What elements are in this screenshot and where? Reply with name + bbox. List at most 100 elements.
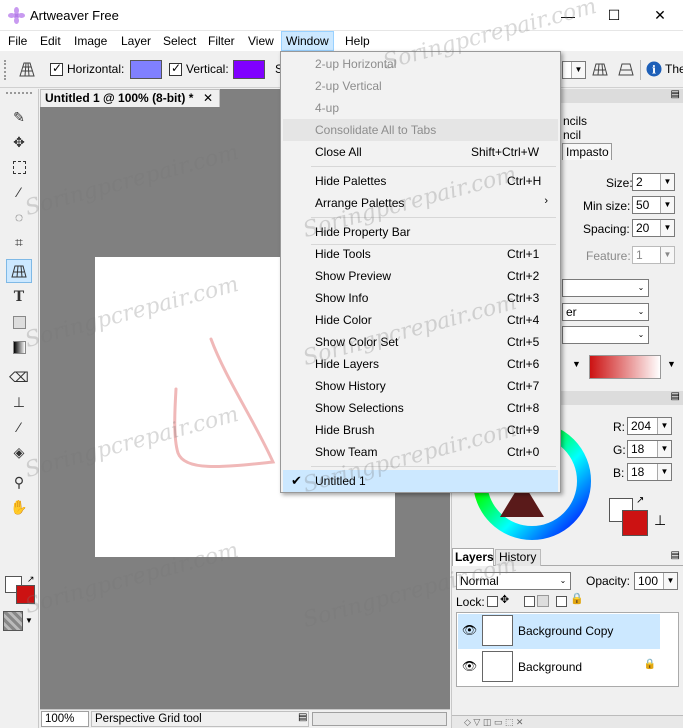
swap-colors-icon[interactable]: ↗ xyxy=(27,574,35,585)
fill-icon[interactable]: ◈ xyxy=(9,442,29,462)
layer-row-background[interactable]: 👁 Background 🔒 xyxy=(458,650,660,685)
menu-item-show-color-set[interactable]: Show Color Set Ctrl+5 xyxy=(283,331,558,353)
info-icon[interactable]: i xyxy=(646,61,662,77)
menu-item-show-info[interactable]: Show Info Ctrl+3 xyxy=(283,287,558,309)
menu-item-show-history[interactable]: Show History Ctrl+7 xyxy=(283,375,558,397)
shape-icon[interactable] xyxy=(9,312,29,332)
size-field[interactable]: 2 ▼ xyxy=(632,173,675,191)
layer-row-background-copy[interactable]: 👁 Background Copy xyxy=(458,614,660,649)
status-scrollbar[interactable] xyxy=(312,712,447,726)
magic-wand-icon[interactable]: ⁄ xyxy=(9,182,29,202)
stamp-icon[interactable]: ⊥ xyxy=(9,392,29,412)
lasso-icon[interactable]: ◌ xyxy=(9,207,29,227)
min-size-field[interactable]: 50 ▼ xyxy=(632,196,675,214)
close-window-button[interactable]: ✕ xyxy=(637,0,683,31)
vertical-checkbox[interactable] xyxy=(169,61,182,76)
grip-handle[interactable] xyxy=(4,60,7,80)
r-field[interactable]: 204 ▼ xyxy=(627,417,672,435)
menu-item-hide-layers[interactable]: Hide Layers Ctrl+6 xyxy=(283,353,558,375)
document-tab[interactable]: Untitled 1 @ 100% (8-bit) * ✕ xyxy=(40,89,220,107)
menu-layer[interactable]: Layer xyxy=(117,31,155,51)
spacing-field[interactable]: 20 ▼ xyxy=(632,219,675,237)
menu-item-hide-property-bar[interactable]: Hide Property Bar xyxy=(283,221,558,243)
propbar-combo[interactable]: ▼ xyxy=(562,61,586,79)
vertical-color-swatch[interactable] xyxy=(233,60,265,79)
chevron-down-icon: ▼ xyxy=(571,62,585,78)
menu-item-show-selections[interactable]: Show Selections Ctrl+8 xyxy=(283,397,558,419)
panel-menu-icon[interactable]: ▤ xyxy=(671,550,680,561)
panel-menu-icon[interactable]: ▤ xyxy=(671,89,680,100)
panel-menu-icon[interactable]: ▤ xyxy=(671,391,680,402)
chevron-down-icon[interactable]: ▼ xyxy=(572,359,581,369)
status-menu-icon[interactable]: ▤ xyxy=(298,712,307,723)
menu-item-arrange-palettes[interactable]: Arrange Palettes › xyxy=(283,192,558,214)
brush-method-combo[interactable]: ⌄ xyxy=(562,279,649,297)
menu-edit[interactable]: Edit xyxy=(36,31,65,51)
gradient-icon[interactable] xyxy=(9,337,29,357)
menu-item-hide-tools[interactable]: Hide Tools Ctrl+1 xyxy=(283,243,558,265)
maximize-button[interactable]: ☐ xyxy=(591,0,637,31)
menu-select[interactable]: Select xyxy=(159,31,200,51)
menu-filter[interactable]: Filter xyxy=(204,31,239,51)
layer-action-icon[interactable]: ◇ ▽ ◫ ▭ ⬚ ✕ xyxy=(464,717,523,728)
texture-swatch[interactable] xyxy=(3,611,23,631)
swap-colors-icon[interactable]: ↗ xyxy=(636,495,644,506)
menu-item-shortcut: Ctrl+1 xyxy=(507,247,540,261)
b-field[interactable]: 18 ▼ xyxy=(627,463,672,481)
zoom-icon[interactable]: ⚲ xyxy=(9,472,29,492)
lock-all-checkbox[interactable] xyxy=(556,596,567,607)
menu-window[interactable]: Window xyxy=(281,31,334,51)
eye-icon[interactable]: 👁 xyxy=(462,623,477,637)
blend-mode-combo[interactable]: Normal ⌄ xyxy=(456,572,571,590)
move-icon[interactable]: ✥ xyxy=(9,132,29,152)
tab-layers[interactable]: Layers xyxy=(452,548,494,566)
horizontal-checkbox[interactable] xyxy=(50,61,63,76)
menu-file[interactable]: File xyxy=(4,31,31,51)
menu-item-2up-horizontal: 2-up Horizontal xyxy=(283,53,558,75)
menu-item-hide-brush[interactable]: Hide Brush Ctrl+9 xyxy=(283,419,558,441)
menu-item-label: 4-up xyxy=(315,101,340,115)
primary-color-preview[interactable] xyxy=(622,510,648,536)
brush-subcategory-combo[interactable]: er ⌄ xyxy=(562,303,649,321)
eye-icon[interactable]: 👁 xyxy=(462,659,477,673)
text-icon[interactable]: T xyxy=(9,287,29,307)
menu-item-untitled-1[interactable]: ✔ Untitled 1 xyxy=(283,470,558,492)
opacity-field[interactable]: 100 ▼ xyxy=(634,572,678,590)
menu-item-2up-vertical: 2-up Vertical xyxy=(283,75,558,97)
chevron-down-icon[interactable]: ▼ xyxy=(667,359,676,369)
stamp-icon[interactable]: ⊥ xyxy=(654,512,666,529)
grid-remove-icon[interactable] xyxy=(618,61,634,77)
brush-icon[interactable]: ✎ xyxy=(9,107,29,127)
chevron-down-icon[interactable]: ▼ xyxy=(25,616,33,625)
tab-impasto[interactable]: Impasto xyxy=(562,143,612,160)
minimize-button[interactable]: — xyxy=(545,0,591,31)
eraser-icon[interactable]: ⌫ xyxy=(9,367,29,387)
lock-transparency-checkbox[interactable] xyxy=(487,596,498,607)
crop-icon[interactable]: ⌗ xyxy=(9,232,29,252)
menu-item-hide-palettes[interactable]: Hide Palettes Ctrl+H xyxy=(283,170,558,192)
perspective-grid-icon[interactable] xyxy=(6,259,32,283)
menu-image[interactable]: Image xyxy=(70,31,111,51)
close-tab-icon[interactable]: ✕ xyxy=(203,90,213,107)
menu-item-show-team[interactable]: Show Team Ctrl+0 xyxy=(283,441,558,463)
horizontal-color-swatch[interactable] xyxy=(130,60,162,79)
lock-pixels-checkbox[interactable] xyxy=(524,596,535,607)
g-field[interactable]: 18 ▼ xyxy=(627,440,672,458)
grid-add-icon[interactable] xyxy=(592,61,608,77)
tab-history[interactable]: History xyxy=(495,549,541,566)
primary-color-swatch[interactable] xyxy=(16,585,35,604)
brush-gradient-preview[interactable] xyxy=(589,355,661,379)
menu-item-close-all[interactable]: Close All Shift+Ctrl+W xyxy=(283,141,558,163)
menu-help[interactable]: Help xyxy=(341,31,374,51)
menu-item-hide-color[interactable]: Hide Color Ctrl+4 xyxy=(283,309,558,331)
brush-cat-combo[interactable]: ⌄ xyxy=(562,326,649,344)
zoom-field[interactable]: 100% xyxy=(41,711,89,727)
menu-item-label: 2-up Horizontal xyxy=(315,57,397,71)
menu-view[interactable]: View xyxy=(244,31,278,51)
menu-item-label: Show Selections xyxy=(315,401,404,415)
eyedropper-icon[interactable]: ⁄ xyxy=(9,417,29,437)
toolbox-grip[interactable] xyxy=(6,92,32,94)
menu-item-show-preview[interactable]: Show Preview Ctrl+2 xyxy=(283,265,558,287)
marquee-icon[interactable] xyxy=(9,157,29,177)
hand-icon[interactable]: ✋ xyxy=(9,497,29,517)
